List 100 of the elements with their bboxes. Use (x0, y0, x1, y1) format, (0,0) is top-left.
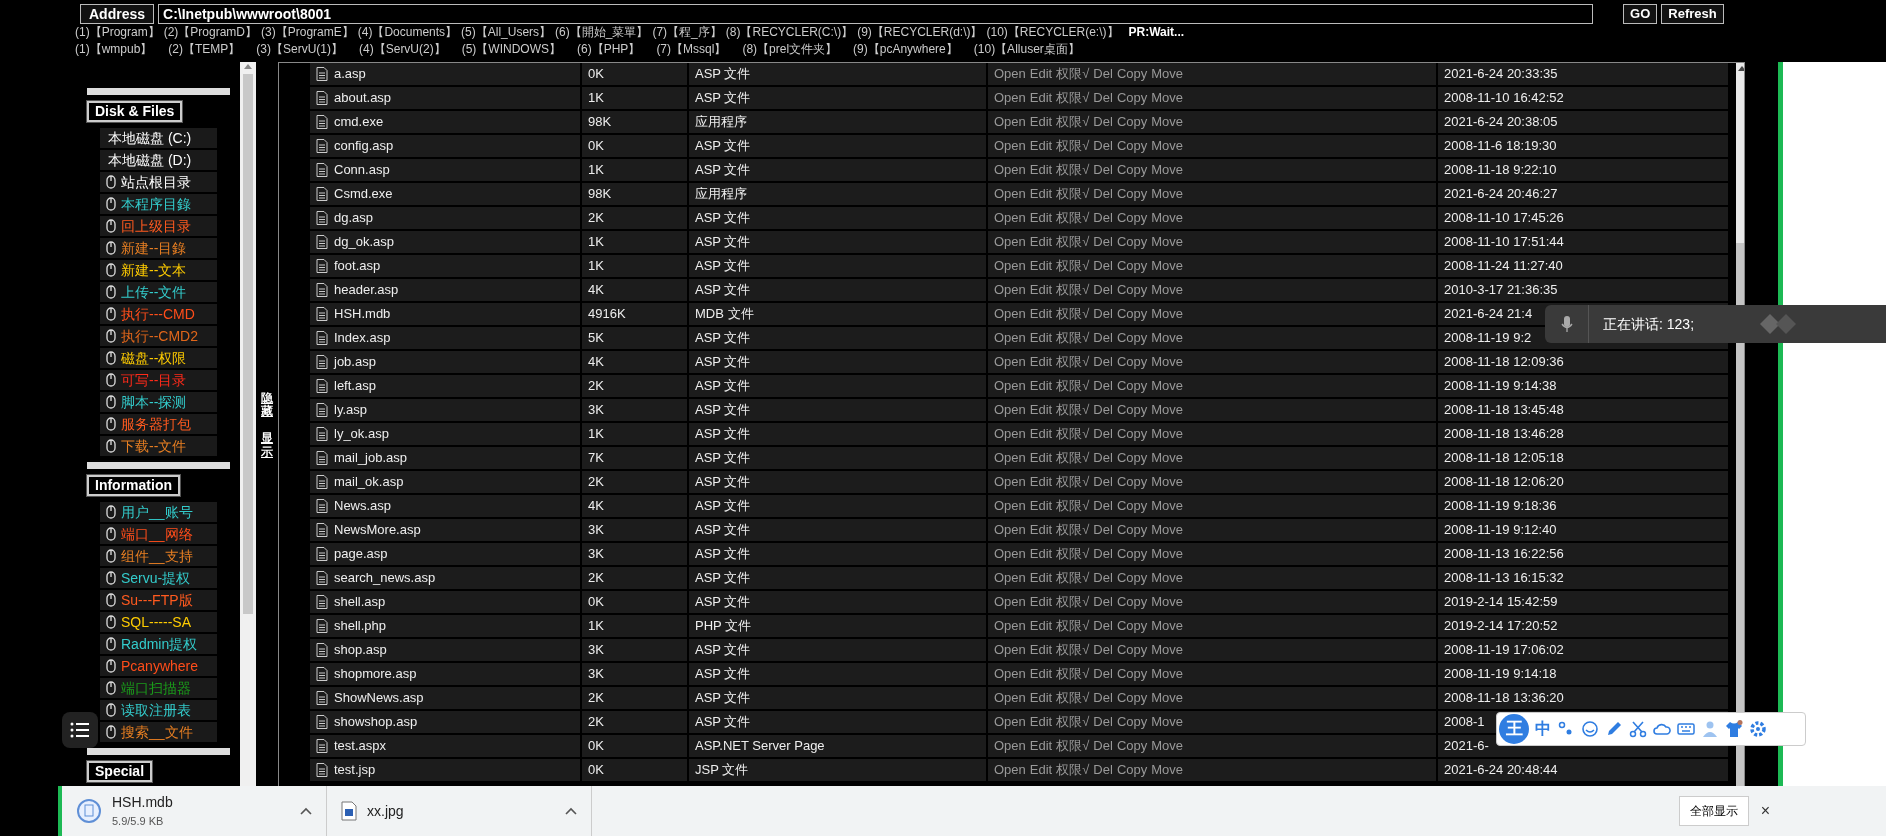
action-link[interactable]: Move (1151, 495, 1184, 517)
sidebar-link[interactable]: 读取注册表 (100, 700, 217, 720)
hide-link[interactable]: 隐藏 (261, 392, 273, 419)
action-link[interactable]: Move (1151, 687, 1184, 709)
action-link[interactable]: Copy (1116, 495, 1148, 517)
action-link[interactable]: Edit (1029, 447, 1053, 469)
action-link[interactable]: Edit (1029, 495, 1053, 517)
action-link[interactable]: Open (994, 591, 1026, 613)
file-name[interactable]: shell.php (334, 615, 387, 637)
sidebar-link[interactable]: 服务器打包 (100, 414, 217, 434)
action-link[interactable]: Open (994, 375, 1026, 397)
action-link[interactable]: Copy (1116, 567, 1148, 589)
sidebar-link[interactable]: 搜索__文件 (100, 722, 217, 742)
action-link[interactable]: Move (1151, 591, 1184, 613)
action-link[interactable]: 权限√ (1056, 207, 1090, 229)
quick-link[interactable]: (4)【ServU(2)】 (359, 41, 446, 58)
action-link[interactable]: Open (994, 567, 1026, 589)
action-link[interactable]: Del (1093, 135, 1113, 157)
action-link[interactable]: Copy (1116, 735, 1148, 757)
sidebar-link[interactable]: 端口__网络 (100, 524, 217, 544)
action-link[interactable]: Open (994, 759, 1026, 781)
file-name[interactable]: a.asp (334, 63, 366, 85)
action-link[interactable]: Del (1093, 423, 1113, 445)
sidebar-link[interactable]: Su---FTP版 (100, 590, 217, 610)
action-link[interactable]: Del (1093, 159, 1113, 181)
file-name[interactable]: job.asp (334, 351, 376, 373)
action-link[interactable]: Copy (1116, 207, 1148, 229)
quick-link[interactable]: (1)【Program】 (75, 24, 160, 41)
action-link[interactable]: Del (1093, 399, 1113, 421)
action-link[interactable]: Edit (1029, 279, 1053, 301)
sidebar-link[interactable]: 回上级目录 (100, 216, 217, 236)
action-link[interactable]: Del (1093, 519, 1113, 541)
action-link[interactable]: Open (994, 543, 1026, 565)
action-link[interactable]: Del (1093, 375, 1113, 397)
action-link[interactable]: Move (1151, 639, 1184, 661)
action-link[interactable]: Open (994, 63, 1026, 85)
action-link[interactable]: Copy (1116, 423, 1148, 445)
action-link[interactable]: Del (1093, 735, 1113, 757)
quick-link[interactable]: (8)【prel文件夹】 (742, 41, 838, 58)
action-link[interactable]: Del (1093, 327, 1113, 349)
action-link[interactable]: Edit (1029, 207, 1053, 229)
file-name[interactable]: page.asp (334, 543, 388, 565)
action-link[interactable]: Del (1093, 231, 1113, 253)
action-link[interactable]: 权限√ (1056, 135, 1090, 157)
action-link[interactable]: Edit (1029, 63, 1053, 85)
action-link[interactable]: Move (1151, 375, 1184, 397)
action-link[interactable]: Open (994, 303, 1026, 325)
file-name[interactable]: test.jsp (334, 759, 376, 781)
sidebar-link[interactable]: SQL-----SA (100, 612, 217, 632)
action-link[interactable]: Move (1151, 447, 1184, 469)
action-link[interactable]: Del (1093, 567, 1113, 589)
file-name[interactable]: foot.asp (334, 255, 381, 277)
file-name[interactable]: test.aspx (334, 735, 387, 757)
action-link[interactable]: 权限√ (1056, 159, 1090, 181)
action-link[interactable]: Edit (1029, 351, 1053, 373)
emoji-icon[interactable] (1581, 720, 1599, 738)
action-link[interactable]: Move (1151, 279, 1184, 301)
action-link[interactable]: Open (994, 663, 1026, 685)
action-link[interactable]: Edit (1029, 615, 1053, 637)
action-link[interactable]: Copy (1116, 375, 1148, 397)
sidebar-link[interactable]: Servu-提权 (100, 568, 217, 588)
shirt-icon[interactable] (1725, 720, 1743, 738)
quick-link[interactable]: (10)【RECYCLER(e:\)】 (986, 24, 1119, 41)
show-link[interactable]: 显示 (261, 432, 273, 459)
quick-link[interactable]: (6)【開始_菜單】 (555, 24, 649, 41)
action-link[interactable]: Open (994, 351, 1026, 373)
sidebar-link[interactable]: 端口扫描器 (100, 678, 217, 698)
download-name[interactable]: HSH.mdb (112, 792, 173, 814)
action-link[interactable]: Copy (1116, 759, 1148, 781)
action-link[interactable]: Edit (1029, 303, 1053, 325)
action-link[interactable]: Edit (1029, 471, 1053, 493)
action-link[interactable]: 权限√ (1056, 303, 1090, 325)
action-link[interactable]: Move (1151, 423, 1184, 445)
action-link[interactable]: Del (1093, 279, 1113, 301)
action-link[interactable]: Edit (1029, 687, 1053, 709)
action-link[interactable]: 权限√ (1056, 447, 1090, 469)
action-link[interactable]: 权限√ (1056, 375, 1090, 397)
file-name[interactable]: cmd.exe (334, 111, 384, 133)
quick-link[interactable]: (7)【程_序】 (652, 24, 722, 41)
action-link[interactable]: Del (1093, 447, 1113, 469)
action-link[interactable]: Edit (1029, 567, 1053, 589)
action-link[interactable]: Del (1093, 615, 1113, 637)
file-name[interactable]: shell.asp (334, 591, 386, 613)
action-link[interactable]: Edit (1029, 711, 1053, 733)
action-link[interactable]: Copy (1116, 111, 1148, 133)
action-link[interactable]: Edit (1029, 87, 1053, 109)
action-link[interactable]: Copy (1116, 303, 1148, 325)
action-link[interactable]: 权限√ (1056, 279, 1090, 301)
action-link[interactable]: Move (1151, 351, 1184, 373)
action-link[interactable]: Open (994, 183, 1026, 205)
quick-link[interactable]: (5)【All_Users】 (461, 24, 552, 41)
action-link[interactable]: Del (1093, 543, 1113, 565)
download-name[interactable]: xx.jpg (367, 800, 404, 822)
action-link[interactable]: Del (1093, 255, 1113, 277)
sidebar-link[interactable]: 执行--CMD2 (100, 326, 217, 346)
action-link[interactable]: Edit (1029, 159, 1053, 181)
action-link[interactable]: Move (1151, 135, 1184, 157)
action-link[interactable]: 权限√ (1056, 567, 1090, 589)
action-link[interactable]: Move (1151, 207, 1184, 229)
action-link[interactable]: Edit (1029, 663, 1053, 685)
